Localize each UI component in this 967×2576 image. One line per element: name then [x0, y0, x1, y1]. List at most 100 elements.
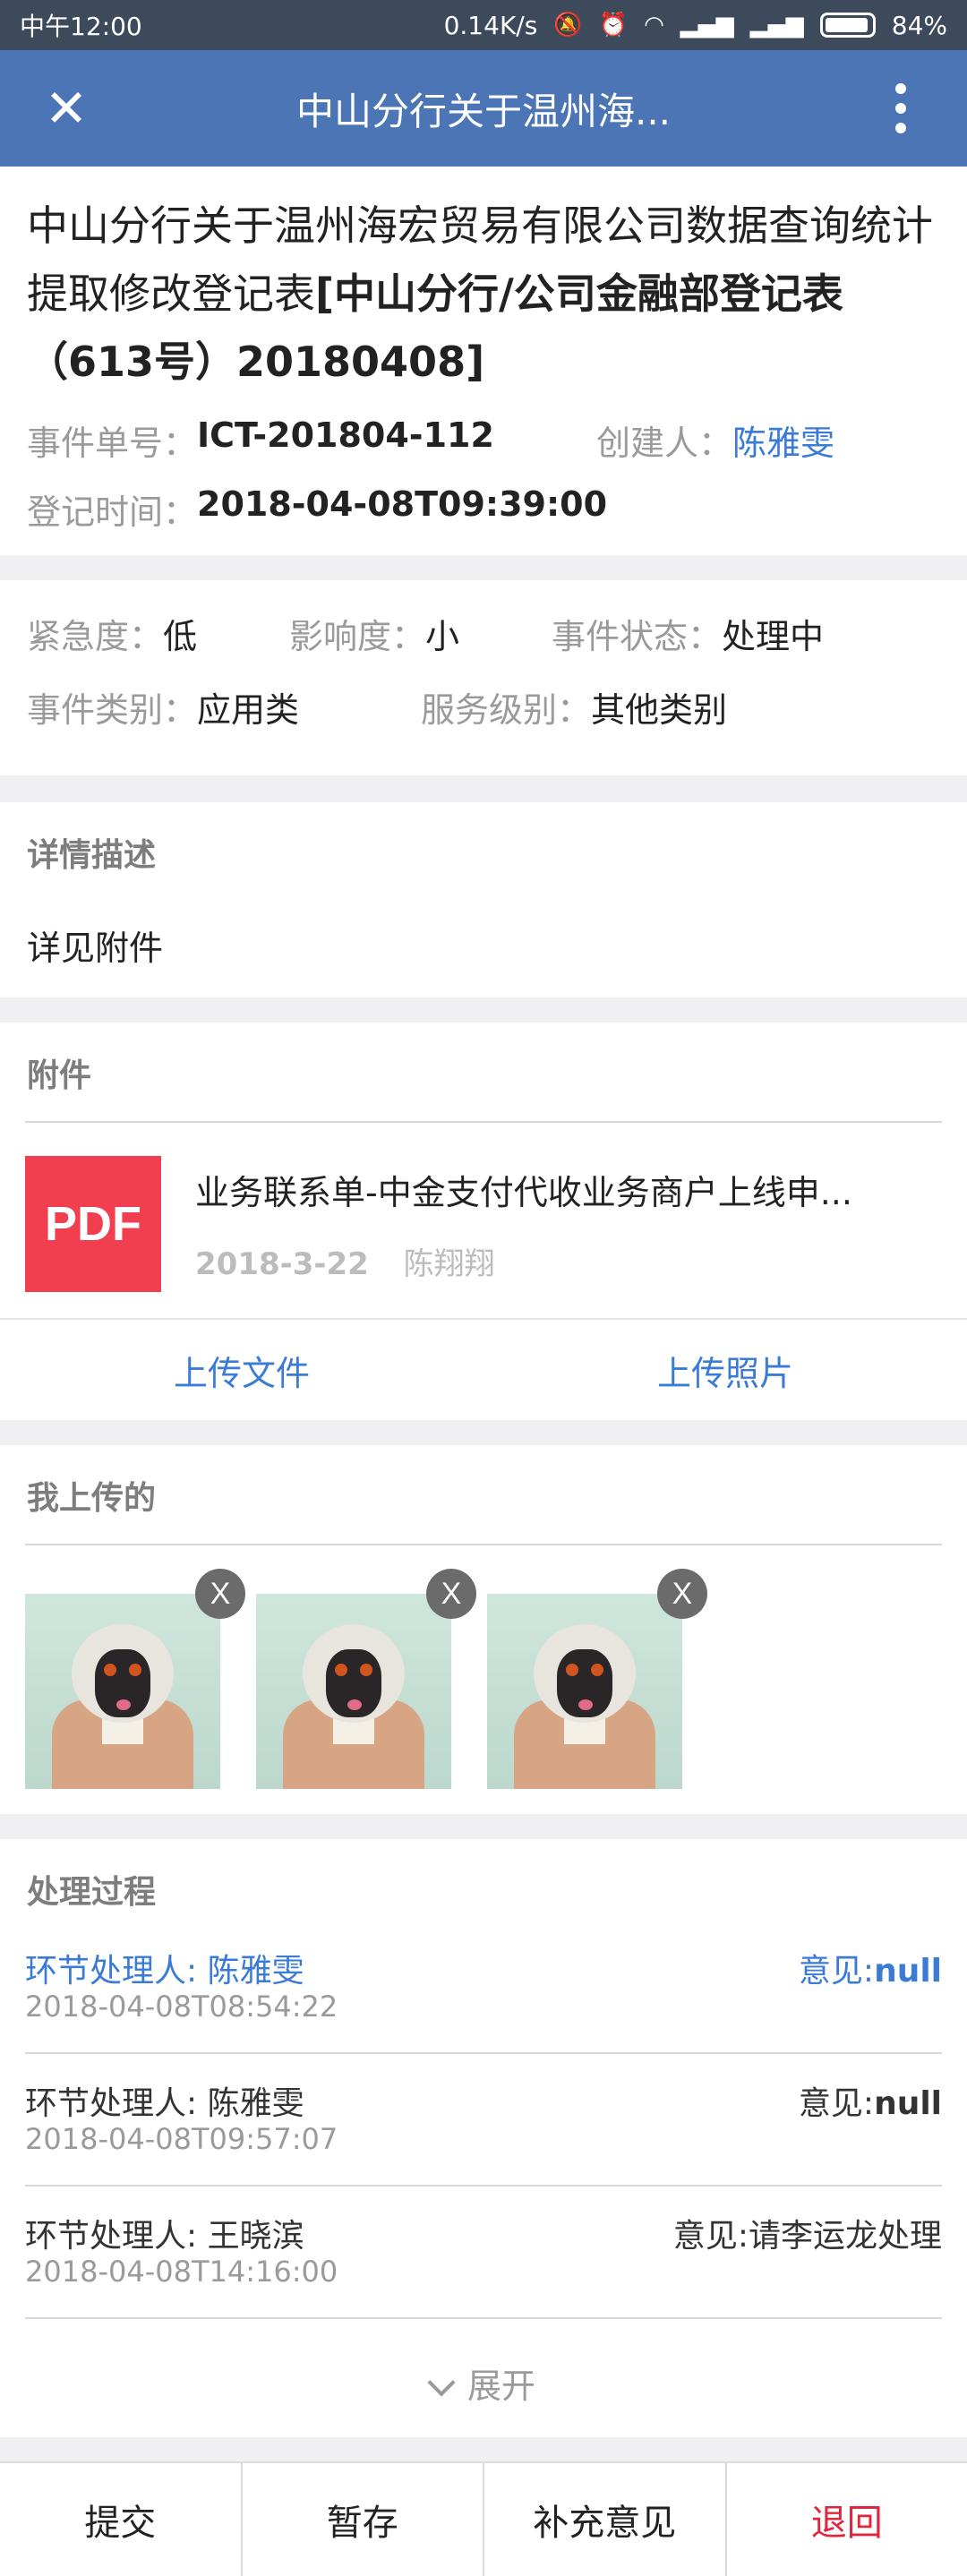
close-icon[interactable]: ✕: [0, 82, 133, 134]
process-step[interactable]: 环节处理人: 陈雅雯 意见:null 2018-04-08T08:54:22: [25, 1921, 942, 2054]
expand-label: 展开: [466, 2366, 535, 2406]
register-time: 2018-04-08T09:39:00: [197, 484, 608, 524]
process-step[interactable]: 环节处理人: 王晓滨 意见:请李运龙处理 2018-04-08T14:16:00: [25, 2187, 942, 2319]
expand-button[interactable]: 展开: [0, 2358, 967, 2408]
impact-label: 影响度：: [289, 616, 426, 656]
step-handler: 环节处理人: 陈雅雯: [25, 2085, 304, 2122]
opinion-prefix: 意见:: [798, 1953, 875, 1990]
process-step[interactable]: 环节处理人: 陈雅雯 意见:null 2018-04-08T09:57:07: [25, 2054, 942, 2187]
uploaded-photo[interactable]: X: [487, 1569, 707, 1789]
impact-value: 小: [425, 616, 460, 656]
attachment-meta: 2018-3-22 陈翔翔: [195, 1239, 920, 1283]
status-value: 处理中: [722, 616, 825, 656]
urgency-label: 紧急度：: [27, 616, 164, 656]
alarm-icon: ⏰: [598, 12, 629, 39]
properties-row-2: 事件类别： 应用类 服务级别： 其他类别: [27, 670, 940, 743]
lemur-photo: [256, 1594, 451, 1789]
service-level-label: 服务级别：: [421, 689, 592, 730]
detail-text: 详见附件: [27, 929, 164, 968]
ticket-number-label: 事件单号：: [27, 424, 198, 463]
ticket-header: 中山分行关于温州海宏贸易有限公司数据查询统计提取修改登记表[中山分行/公司金融部…: [0, 167, 967, 555]
save-draft-button[interactable]: 暂存: [243, 2463, 484, 2576]
ticket-meta-row: 事件单号： ICT-201804-112 创建人： 陈雅雯: [27, 415, 940, 465]
lemur-photo: [25, 1594, 220, 1789]
attachment-name: 业务联系单-中金支付代收业务商户上线申...: [195, 1173, 852, 1212]
battery-icon: [819, 13, 876, 38]
battery-percent: 84%: [891, 10, 947, 40]
creator-label: 创建人：: [596, 424, 733, 463]
process-section: 处理过程 环节处理人: 陈雅雯 意见:null 2018-04-08T08:54…: [0, 1839, 967, 2437]
uploaded-photos: X X X: [25, 1569, 707, 1789]
my-uploads-section: 我上传的 X X X: [0, 1445, 967, 1814]
category-label: 事件类别：: [27, 689, 198, 730]
ticket-number: ICT-201804-112: [197, 415, 494, 455]
creator-link[interactable]: 陈雅雯: [732, 415, 834, 465]
step-time: 2018-04-08T14:16:00: [25, 2255, 338, 2289]
wifi-icon: ◠: [644, 12, 664, 39]
remove-photo-button[interactable]: X: [195, 1569, 245, 1619]
divider: [25, 1544, 942, 1545]
uploaded-photo[interactable]: X: [25, 1569, 245, 1789]
step-handler: 环节处理人: 陈雅雯: [25, 1953, 304, 1990]
upload-photo-button[interactable]: 上传照片: [484, 1320, 967, 1420]
detail-heading: 详情描述: [27, 837, 157, 874]
more-options-icon[interactable]: [834, 83, 967, 133]
opinion-prefix: 意见:: [672, 2218, 749, 2255]
add-opinion-button[interactable]: 补充意见: [484, 2463, 727, 2576]
step-opinion: 意见:null: [799, 2077, 942, 2124]
attachment-date: 2018-3-22: [195, 1246, 369, 1282]
bottom-action-bar: 提交 暂存 补充意见 退回: [0, 2461, 967, 2576]
upload-file-button[interactable]: 上传文件: [0, 1320, 484, 1420]
attachment-item[interactable]: PDF 业务联系单-中金支付代收业务商户上线申... 2018-3-22 陈翔翔: [0, 1148, 967, 1300]
ticket-properties: 紧急度： 低 影响度： 小 事件状态： 处理中 事件类别： 应用类 服务级别： …: [0, 580, 967, 775]
step-opinion: 意见:请李运龙处理: [673, 2210, 942, 2256]
process-heading: 处理过程: [27, 1874, 157, 1911]
title-bar: ✕ 中山分行关于温州海...: [0, 50, 967, 167]
status-time: 中午12:00: [20, 12, 142, 41]
step-time: 2018-04-08T08:54:22: [25, 1990, 338, 2024]
upload-actions: 上传文件 上传照片: [0, 1318, 967, 1420]
attachment-info: 业务联系单-中金支付代收业务商户上线申... 2018-3-22 陈翔翔: [195, 1165, 920, 1283]
signal-icon: ▂▄▆: [680, 12, 734, 39]
mute-icon: 🔕: [553, 12, 583, 39]
lemur-photo: [487, 1594, 682, 1789]
remove-photo-button[interactable]: X: [657, 1569, 707, 1619]
register-time-row: 登记时间： 2018-04-08T09:39:00: [27, 484, 940, 534]
status-label: 事件状态：: [552, 616, 723, 656]
return-button[interactable]: 退回: [727, 2463, 967, 2576]
urgency-value: 低: [163, 616, 198, 656]
service-level-value: 其他类别: [591, 689, 728, 730]
network-speed: 0.14K/s: [443, 10, 538, 40]
pdf-file-icon: PDF: [25, 1156, 161, 1292]
impact-field: 影响度： 小: [289, 609, 552, 658]
service-level-field: 服务级别： 其他类别: [421, 682, 727, 732]
category-field: 事件类别： 应用类: [27, 682, 421, 732]
submit-button[interactable]: 提交: [0, 2463, 243, 2576]
status-icons: 0.14K/s 🔕 ⏰ ◠ ▂▄▆ ▂▄▆ 84%: [444, 11, 947, 40]
attachments-heading: 附件: [27, 1057, 92, 1094]
my-uploads-heading: 我上传的: [27, 1480, 157, 1517]
page-title: 中山分行关于温州海...: [295, 89, 672, 133]
status-field: 事件状态： 处理中: [552, 609, 824, 658]
signal-icon: ▂▄▆: [749, 12, 804, 39]
opinion-value: null: [874, 2085, 942, 2122]
opinion-value: null: [874, 1953, 942, 1990]
opinion-value: 请李运龙处理: [748, 2218, 942, 2255]
remove-photo-button[interactable]: X: [426, 1569, 476, 1619]
register-time-label: 登记时间：: [27, 492, 198, 532]
category-value: 应用类: [197, 689, 300, 730]
urgency-field: 紧急度： 低: [27, 609, 289, 658]
step-time: 2018-04-08T09:57:07: [25, 2122, 338, 2156]
ticket-title: 中山分行关于温州海宏贸易有限公司数据查询统计提取修改登记表[中山分行/公司金融部…: [27, 192, 940, 396]
step-opinion: 意见:null: [799, 1945, 942, 1991]
status-bar: 中午12:00 0.14K/s 🔕 ⏰ ◠ ▂▄▆ ▂▄▆ 84%: [0, 0, 967, 50]
uploaded-photo[interactable]: X: [256, 1569, 476, 1789]
attachment-author: 陈翔翔: [403, 1246, 495, 1282]
properties-row-1: 紧急度： 低 影响度： 小 事件状态： 处理中: [27, 596, 940, 670]
detail-section: 详情描述 详见附件: [0, 802, 967, 997]
attachments-section: 附件 PDF 业务联系单-中金支付代收业务商户上线申... 2018-3-22 …: [0, 1023, 967, 1420]
step-handler: 环节处理人: 王晓滨: [25, 2218, 304, 2255]
divider: [25, 1121, 942, 1123]
chevron-down-icon: [427, 2368, 456, 2397]
opinion-prefix: 意见:: [798, 2085, 875, 2122]
